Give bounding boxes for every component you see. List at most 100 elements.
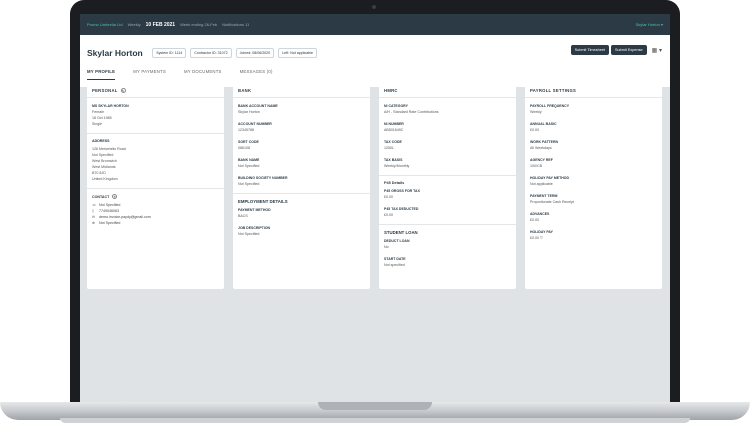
personal-gender: Female <box>92 110 104 114</box>
contact-heading: CONTACT ✎ <box>87 188 224 199</box>
contractor-id-badge: Contractor ID: 31072 <box>190 47 232 58</box>
company-name[interactable]: Promo Umbrella Ltd <box>87 22 123 27</box>
p45-heading: P45 Details <box>379 175 516 185</box>
mobile-icon: ▯ <box>92 209 94 213</box>
calendar-icon[interactable]: ▦ ▾ <box>652 47 662 54</box>
personal-title: PERSONAL <box>92 88 118 93</box>
field-label: HOLIDAY PAY <box>530 230 553 234</box>
field-label: ADVANCES <box>530 212 550 216</box>
globe-icon: ⊕ <box>92 221 96 225</box>
edit-personal-icon[interactable]: ✎ <box>120 88 126 93</box>
contact-value: Not Specified <box>99 221 121 225</box>
tab-my-documents[interactable]: MY DOCUMENTS <box>184 69 222 80</box>
profile-cards: PERSONAL ✎ MS SKYLAR HORTON Female 18 Oct… <box>87 84 662 289</box>
app-screen: Promo Umbrella Ltd Weekly 10 FEB 2021 We… <box>80 14 670 402</box>
contact-title: CONTACT <box>92 194 110 199</box>
personal-marital: Single <box>92 122 102 126</box>
student-loan-heading: STUDENT LOAN <box>379 224 516 235</box>
address-heading: ADDRESS <box>87 133 224 143</box>
bank-card-header: BANK <box>233 88 370 98</box>
edit-contact-icon[interactable]: ✎ <box>112 194 118 199</box>
field-label: BUILDING SOCIETY NUMBER <box>238 176 288 180</box>
submit-expense-button[interactable]: Submit Expense <box>610 45 647 55</box>
submit-timesheet-button[interactable]: Submit Timesheet <box>570 45 609 55</box>
notifications-link[interactable]: Notifications 11 <box>222 22 249 27</box>
address-line: Not Specified <box>92 153 114 157</box>
field-label: PAYROLL FREQUENCY <box>530 104 570 108</box>
holiday-pay-row: £0.00 ⛉ <box>530 236 657 240</box>
field-label: P45 TAX DEDUCTED <box>384 207 419 211</box>
address-line: West Bromwich <box>92 159 117 163</box>
field-value: Not Specified <box>238 182 260 186</box>
field-label: PAYMENT TERM <box>530 194 558 198</box>
hmrc-card-header: HMRC <box>379 88 516 98</box>
profile-header: Skylar Horton System ID: 1114 Contractor… <box>80 35 670 87</box>
field-label: WORK PATTERN <box>530 140 559 144</box>
user-name: Skylar Horton <box>635 22 660 27</box>
tab-my-payments[interactable]: MY PAYMENTS <box>133 69 166 80</box>
header-actions: Submit Timesheet Submit Expense ▦ ▾ <box>570 45 662 55</box>
contact-row: ▯ 7749046063 <box>92 209 219 213</box>
contact-row: ✉ demo.invoice.paydy@gmail.com <box>92 215 219 219</box>
field-label: START DATE <box>384 257 406 261</box>
field-value: Not specified <box>384 263 405 267</box>
contact-value[interactable]: demo.invoice.paydy@gmail.com <box>99 215 151 219</box>
personal-card-header: PERSONAL ✎ <box>87 88 224 98</box>
personal-dob: 18 Oct 1985 <box>92 116 112 120</box>
field-value: £0.00 <box>530 236 539 240</box>
laptop-foot <box>60 418 690 423</box>
week-ending-link[interactable]: Week ending 26-Feb <box>180 22 217 27</box>
address-line: West Midlands <box>92 165 116 169</box>
field-value: £0.00 <box>384 213 393 217</box>
profile-pills: System ID: 1114 Contractor ID: 31072 Joi… <box>152 47 317 58</box>
field-label: P45 GROSS FOR TAX <box>384 189 420 193</box>
field-label: BANK NAME <box>238 158 260 162</box>
left-badge: Left: Not applicable <box>278 47 317 58</box>
hmrc-card: HMRC NI CATEGORY A/H - Standard Rate Con… <box>379 84 516 289</box>
current-date: 10 FEB 2021 <box>145 21 176 28</box>
field-label: DEDUCT LOAN <box>384 239 410 243</box>
field-label: NI CATEGORY <box>384 104 408 108</box>
field-label: BANK ACCOUNT NAME <box>238 104 278 108</box>
joined-badge: Joined: 08/06/2020 <box>235 47 275 58</box>
phone-icon: ☏ <box>92 203 97 207</box>
field-label: ANNUAL BASIC <box>530 122 557 126</box>
tab-messages[interactable]: MESSAGES (0) <box>240 69 273 80</box>
pay-cycle: Weekly <box>127 22 141 27</box>
filter-icon[interactable]: ⛉ <box>540 236 543 240</box>
payroll-card-header: PAYROLL SETTINGS <box>525 88 662 98</box>
field-value: Not Specified <box>238 232 260 236</box>
system-id-badge: System ID: 1114 <box>152 47 187 58</box>
field-label: TAX CODE <box>384 140 402 144</box>
page-title: Skylar Horton <box>87 47 143 58</box>
field-label: PAYMENT METHOD <box>238 208 271 212</box>
personal-card: PERSONAL ✎ MS SKYLAR HORTON Female 18 Oct… <box>87 84 224 289</box>
field-label: AGENCY REF <box>530 158 553 162</box>
contact-value: Not Specified <box>99 203 121 207</box>
personal-full-name: MS SKYLAR HORTON <box>92 104 129 108</box>
tab-my-profile[interactable]: MY PROFILE <box>87 69 116 80</box>
payroll-card: PAYROLL SETTINGS PAYROLL FREQUENCY Weekl… <box>525 84 662 289</box>
bank-card: BANK BANK ACCOUNT NAME Skylar Horton ACC… <box>233 84 370 289</box>
field-label: ACCOUNT NUMBER <box>238 122 272 126</box>
employment-heading: EMPLOYMENT DETAILS <box>233 193 370 204</box>
field-value: Weekly/Monthly <box>384 164 410 168</box>
profile-tabs: MY PROFILE MY PAYMENTS MY DOCUMENTS MESS… <box>87 69 273 80</box>
top-bar: Promo Umbrella Ltd Weekly 10 FEB 2021 We… <box>80 14 670 35</box>
laptop-bezel: Promo Umbrella Ltd Weekly 10 FEB 2021 We… <box>70 0 680 404</box>
field-label: SORT CODE <box>238 140 259 144</box>
contact-row: ⊕ Not Specified <box>92 221 219 225</box>
field-label: HOLIDAY PAY METHOD <box>530 176 570 180</box>
field-label: TAX BASIS <box>384 158 403 162</box>
address-line: B70 8JD <box>92 171 106 175</box>
contact-value: 7749046063 <box>99 209 119 213</box>
email-icon: ✉ <box>92 215 96 219</box>
field-label: JOB DESCRIPTION <box>238 226 271 230</box>
field-label: NI NUMBER <box>384 122 404 126</box>
address-line: 126 Meriwhello Road <box>92 147 126 151</box>
webcam <box>372 5 376 9</box>
user-menu[interactable]: Skylar Horton ▾ <box>636 22 663 27</box>
contact-row: ☏ Not Specified <box>92 203 219 207</box>
laptop-notch <box>318 402 432 410</box>
address-line: United Kingdom <box>92 177 118 181</box>
